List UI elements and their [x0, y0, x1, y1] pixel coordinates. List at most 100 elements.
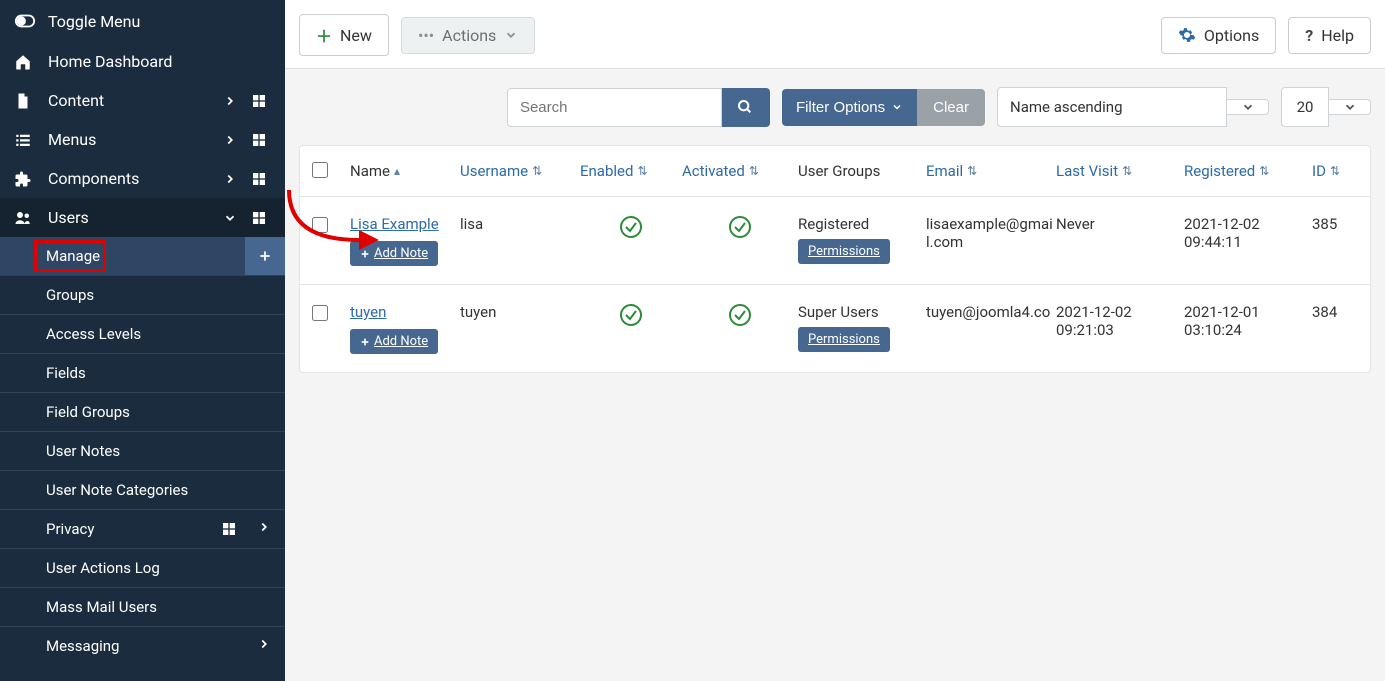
user-name-link[interactable]: tuyen: [350, 303, 386, 321]
cell-enabled[interactable]: [580, 303, 682, 331]
actions-label: Actions: [442, 26, 496, 45]
permissions-button[interactable]: Permissions: [798, 239, 890, 264]
sub-label: User Notes: [46, 442, 120, 460]
col-enabled[interactable]: Enabled ⇅: [580, 160, 682, 182]
grid-icon[interactable]: [217, 521, 241, 537]
user-name-link[interactable]: Lisa Example: [350, 215, 439, 233]
dots-icon: •••: [418, 26, 434, 45]
cell-activated[interactable]: [682, 215, 798, 243]
sub-label: Privacy: [46, 520, 94, 538]
help-label: Help: [1321, 26, 1354, 45]
plus-icon: [360, 249, 370, 259]
sidebar-sub-manage[interactable]: Manage: [0, 237, 285, 275]
sidebar-sub-access-levels[interactable]: Access Levels: [0, 314, 285, 353]
chevron-down-icon: [221, 211, 239, 225]
sidebar-sub-user-note-categories[interactable]: User Note Categories: [0, 470, 285, 509]
sidebar-sub-user-notes[interactable]: User Notes: [0, 431, 285, 470]
limit-caret[interactable]: [1329, 99, 1371, 115]
toggle-menu[interactable]: Toggle Menu: [0, 0, 285, 42]
col-groups: User Groups: [798, 160, 926, 182]
nav-label: Home Dashboard: [48, 52, 271, 71]
chevron-down-icon: [1241, 100, 1255, 114]
search-button[interactable]: [722, 88, 770, 127]
chevron-down-icon: [1343, 100, 1357, 114]
home-icon: [14, 53, 34, 71]
plus-icon: [360, 337, 370, 347]
nav-label: Users: [48, 208, 221, 227]
sort-icon: ⇅: [749, 164, 759, 178]
sub-label: Field Groups: [46, 403, 130, 421]
add-note-button[interactable]: Add Note: [350, 329, 438, 354]
sort-select[interactable]: Name ascending: [997, 87, 1227, 127]
sort-caret[interactable]: [1227, 99, 1269, 115]
actions-button[interactable]: ••• Actions: [401, 17, 535, 54]
col-id[interactable]: ID ⇅: [1312, 160, 1362, 182]
cell-username: tuyen: [460, 303, 580, 321]
sub-label: Groups: [46, 286, 94, 304]
table-row: Lisa Example Add Note lisa Registered Pe…: [300, 197, 1370, 285]
filter-options-label: Filter Options: [796, 99, 885, 116]
limit-select[interactable]: 20: [1281, 87, 1329, 127]
select-all-checkbox[interactable]: [312, 162, 328, 178]
sub-label: User Note Categories: [46, 481, 188, 499]
sidebar-sub-messaging[interactable]: Messaging: [0, 626, 285, 665]
plus-icon: ＋: [316, 23, 332, 47]
cell-lastvisit: 2021-12-02 09:21:03: [1056, 303, 1184, 339]
clear-button[interactable]: Clear: [917, 89, 985, 126]
sidebar-item-content[interactable]: Content: [0, 81, 285, 120]
help-button[interactable]: ? Help: [1288, 17, 1371, 54]
cell-enabled[interactable]: [580, 215, 682, 243]
cell-registered: 2021-12-01 03:10:24: [1184, 303, 1312, 339]
grid-icon[interactable]: [247, 171, 271, 187]
chevron-right-icon: [221, 172, 239, 186]
chevron-right-icon: [257, 520, 271, 538]
sidebar-sub-user-actions-log[interactable]: User Actions Log: [0, 548, 285, 587]
new-button[interactable]: ＋ New: [299, 14, 389, 56]
sort-icon: ⇅: [637, 164, 647, 178]
sort-icon: ⇅: [532, 164, 542, 178]
nav-label: Menus: [48, 130, 221, 149]
grid-icon[interactable]: [247, 132, 271, 148]
cell-email: tuyen@joomla4.co: [926, 303, 1056, 321]
chevron-right-icon: [221, 94, 239, 108]
col-name[interactable]: Name ▴: [350, 160, 460, 182]
cell-activated[interactable]: [682, 303, 798, 331]
grid-icon[interactable]: [247, 93, 271, 109]
sort-icon: ⇅: [1330, 164, 1340, 178]
sidebar-item-menus[interactable]: Menus: [0, 120, 285, 159]
add-note-button[interactable]: Add Note: [350, 241, 438, 266]
sub-label: Messaging: [46, 637, 119, 655]
chevron-down-icon: [891, 101, 903, 113]
grid-icon[interactable]: [247, 210, 271, 226]
sort-asc-icon: ▴: [394, 164, 400, 178]
cell-lastvisit: Never: [1056, 215, 1184, 233]
col-email[interactable]: Email ⇅: [926, 160, 1056, 182]
sidebar-sub-fields[interactable]: Fields: [0, 353, 285, 392]
col-username[interactable]: Username ⇅: [460, 160, 580, 182]
table-header: Name ▴ Username ⇅ Enabled ⇅ Activated ⇅ …: [300, 146, 1370, 197]
filter-options-button[interactable]: Filter Options: [782, 89, 917, 126]
add-icon[interactable]: [245, 237, 285, 275]
row-checkbox[interactable]: [312, 305, 328, 321]
col-lastvisit[interactable]: Last Visit ⇅: [1056, 160, 1184, 182]
table-row: tuyen Add Note tuyen Super Users Permiss…: [300, 285, 1370, 372]
cell-email: lisaexample@gmail.com: [926, 215, 1056, 251]
sidebar-sub-field-groups[interactable]: Field Groups: [0, 392, 285, 431]
search-input[interactable]: [507, 88, 722, 127]
row-checkbox[interactable]: [312, 217, 328, 233]
col-activated[interactable]: Activated ⇅: [682, 160, 798, 182]
col-registered[interactable]: Registered ⇅: [1184, 160, 1312, 182]
sidebar-item-components[interactable]: Components: [0, 159, 285, 198]
options-button[interactable]: Options: [1161, 17, 1276, 54]
question-icon: ?: [1305, 26, 1313, 45]
sidebar-sub-privacy[interactable]: Privacy: [0, 509, 285, 548]
permissions-button[interactable]: Permissions: [798, 327, 890, 352]
sidebar-sub-groups[interactable]: Groups: [0, 275, 285, 314]
sidebar-item-home-dashboard[interactable]: Home Dashboard: [0, 42, 285, 81]
sub-label: Access Levels: [46, 325, 141, 343]
sidebar-sub-mass-mail-users[interactable]: Mass Mail Users: [0, 587, 285, 626]
chevron-right-icon: [221, 133, 239, 147]
sidebar-item-users[interactable]: Users: [0, 198, 285, 237]
sort-icon: ⇅: [1259, 164, 1269, 178]
sub-label: User Actions Log: [46, 559, 160, 577]
